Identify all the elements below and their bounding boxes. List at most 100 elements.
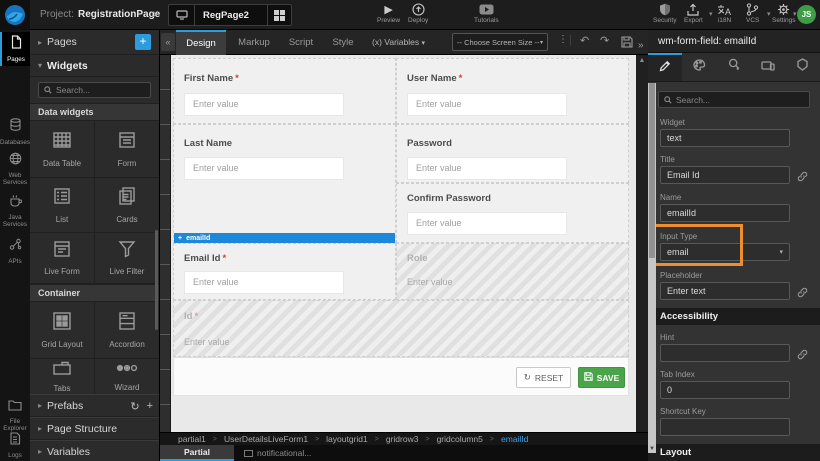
rail-item-java-services[interactable]: Java Services [0, 194, 30, 228]
expand-panel-icon[interactable]: » [638, 34, 644, 57]
breadcrumb-item[interactable]: partial1 [178, 434, 206, 444]
input-type-select[interactable]: email ▾ [660, 243, 790, 261]
props-searchbox[interactable] [658, 91, 810, 108]
user-avatar[interactable]: JS [797, 5, 816, 24]
page-structure-section-header[interactable]: ▸ Page Structure [30, 417, 159, 440]
rail-item-pages[interactable]: Pages [0, 32, 30, 66]
widget-tile-wizard[interactable]: Wizard [94, 359, 159, 394]
design-canvas[interactable]: First Name* Enter value User Name* Enter… [171, 55, 636, 432]
hint-prop-input[interactable] [660, 344, 790, 362]
tab-style[interactable]: Style [324, 30, 362, 55]
collapse-panel-button[interactable]: « [161, 33, 175, 51]
bind-link-icon[interactable] [797, 169, 808, 187]
vcs-chevron-icon[interactable]: ▾ [767, 10, 771, 18]
rail-item-apis[interactable]: APIs [0, 238, 30, 265]
tab-properties[interactable] [648, 53, 682, 81]
scroll-up-icon[interactable]: ▲ [636, 57, 648, 64]
widget-tile-list[interactable]: List [30, 178, 94, 232]
layout-section-header[interactable]: Layout [648, 444, 820, 461]
form-field-cell-lastname[interactable]: Last Name Enter value [173, 124, 396, 243]
tab-notificational[interactable]: notificational... [234, 445, 321, 461]
scroll-down-icon[interactable]: ▼ [648, 446, 656, 452]
tab-security[interactable] [786, 53, 820, 81]
add-page-button[interactable]: + [135, 34, 151, 50]
export-button[interactable]: Export [684, 3, 703, 24]
screen-size-select[interactable]: -- Choose Screen Size -- ▾ [452, 33, 548, 51]
kebab-menu-icon[interactable]: ⋮ [558, 34, 568, 45]
props-scroll-thumb[interactable] [649, 83, 655, 258]
tab-styles[interactable] [682, 53, 716, 81]
widgets-section-header[interactable]: ▾ Widgets [30, 55, 159, 77]
pages-section-header[interactable]: ▸ Pages + [30, 30, 159, 55]
firstname-input[interactable]: Enter value [184, 93, 344, 116]
security-button[interactable]: Security [653, 3, 676, 24]
vcs-button[interactable]: VCS [746, 3, 759, 24]
widget-tile-cards[interactable]: Cards [94, 178, 159, 232]
breadcrumb-item[interactable]: layoutgrid1 [326, 434, 368, 444]
name-prop-input[interactable] [660, 204, 790, 222]
rail-item-logs[interactable]: Logs [0, 432, 30, 459]
tab-devices[interactable] [751, 53, 785, 81]
accessibility-section-header[interactable]: Accessibility [648, 308, 820, 325]
widget-tile-form[interactable]: Form [94, 121, 159, 177]
canvas-scrollbar[interactable]: ▲ [636, 55, 648, 432]
save-button[interactable]: SAVE [578, 367, 625, 388]
form-field-cell-username[interactable]: User Name* Enter value [396, 58, 629, 124]
widget-searchbox[interactable] [38, 82, 151, 98]
form-field-cell-emailid[interactable]: Email Id* Enter value [173, 243, 396, 300]
breadcrumb-current[interactable]: emailId [501, 434, 528, 444]
variables-menu[interactable]: (x) Variables ▾ [372, 37, 425, 47]
tab-script[interactable]: Script [280, 30, 322, 55]
settings-button[interactable]: Settings [772, 3, 796, 24]
deploy-button[interactable]: Deploy [408, 3, 428, 24]
password-input[interactable]: Enter value [407, 157, 567, 180]
rail-item-file-explorer[interactable]: File Explorer [0, 398, 30, 432]
username-input[interactable]: Enter value [407, 93, 567, 116]
save-page-icon[interactable] [621, 36, 633, 51]
variables-section-header[interactable]: ▸ Variables [30, 440, 159, 461]
breadcrumb-item[interactable]: UserDetailsLiveForm1 [224, 434, 308, 444]
reset-button[interactable]: ↻ RESET [516, 367, 571, 388]
export-chevron-icon[interactable]: ▾ [709, 10, 713, 18]
tab-markup[interactable]: Markup [230, 30, 278, 55]
breadcrumb-item[interactable]: gridrow3 [386, 434, 419, 444]
widget-tile-data-table[interactable]: Data Table [30, 121, 94, 177]
tab-index-prop-input[interactable] [660, 381, 790, 399]
page-selector[interactable]: RegPage2 [168, 4, 292, 26]
props-scrollbar[interactable]: ▼ [648, 83, 656, 453]
rail-item-web-services[interactable]: Web Services [0, 152, 30, 186]
placeholder-prop-input[interactable] [660, 282, 790, 300]
breadcrumb-item[interactable]: gridcolumn5 [437, 434, 483, 444]
wavemaker-logo[interactable] [0, 0, 30, 30]
emailid-input[interactable]: Enter value [184, 271, 344, 294]
widget-tile-grid-layout[interactable]: Grid Layout [30, 302, 94, 358]
tab-events[interactable] [717, 53, 751, 81]
redo-icon[interactable]: ↷ [600, 34, 609, 47]
i18n-button[interactable]: A i18N [717, 3, 732, 24]
tab-partial[interactable]: Partial [160, 445, 234, 461]
add-prefab-icon[interactable]: + [147, 400, 153, 413]
form-field-cell-id-hidden[interactable]: Id* Enter value [173, 300, 629, 357]
widget-tile-accordion[interactable]: Accordion [94, 302, 159, 358]
form-field-cell-confirm-password[interactable]: Confirm Password Enter value [396, 183, 629, 243]
widget-tile-tabs[interactable]: Tabs [30, 359, 94, 394]
refresh-prefabs-icon[interactable]: ↻ [130, 400, 139, 413]
widget-tile-live-form[interactable]: Live Form [30, 233, 94, 283]
title-prop-input[interactable] [660, 166, 790, 184]
props-search-input[interactable] [676, 95, 804, 105]
page-grid-icon[interactable] [267, 5, 291, 25]
rail-item-databases[interactable]: Databases [0, 118, 30, 146]
widget-prop-input[interactable] [660, 129, 790, 147]
shortcut-key-prop-input[interactable] [660, 418, 790, 436]
widget-tile-live-filter[interactable]: Live Filter [94, 233, 159, 283]
tab-design[interactable]: Design [176, 30, 226, 55]
form-field-cell-role-hidden[interactable]: Role Enter value [396, 243, 629, 300]
prefabs-section-header[interactable]: ▸ Prefabs ↻ + [30, 394, 159, 417]
tutorials-button[interactable]: Tutorials [474, 3, 499, 24]
preview-button[interactable]: ▶ Preview [377, 3, 400, 24]
bind-link-icon[interactable] [797, 285, 808, 303]
form-field-cell-firstname[interactable]: First Name* Enter value [173, 58, 396, 124]
form-field-cell-password[interactable]: Password Enter value [396, 124, 629, 183]
bind-link-icon[interactable] [797, 347, 808, 365]
widget-search-input[interactable] [56, 85, 145, 95]
